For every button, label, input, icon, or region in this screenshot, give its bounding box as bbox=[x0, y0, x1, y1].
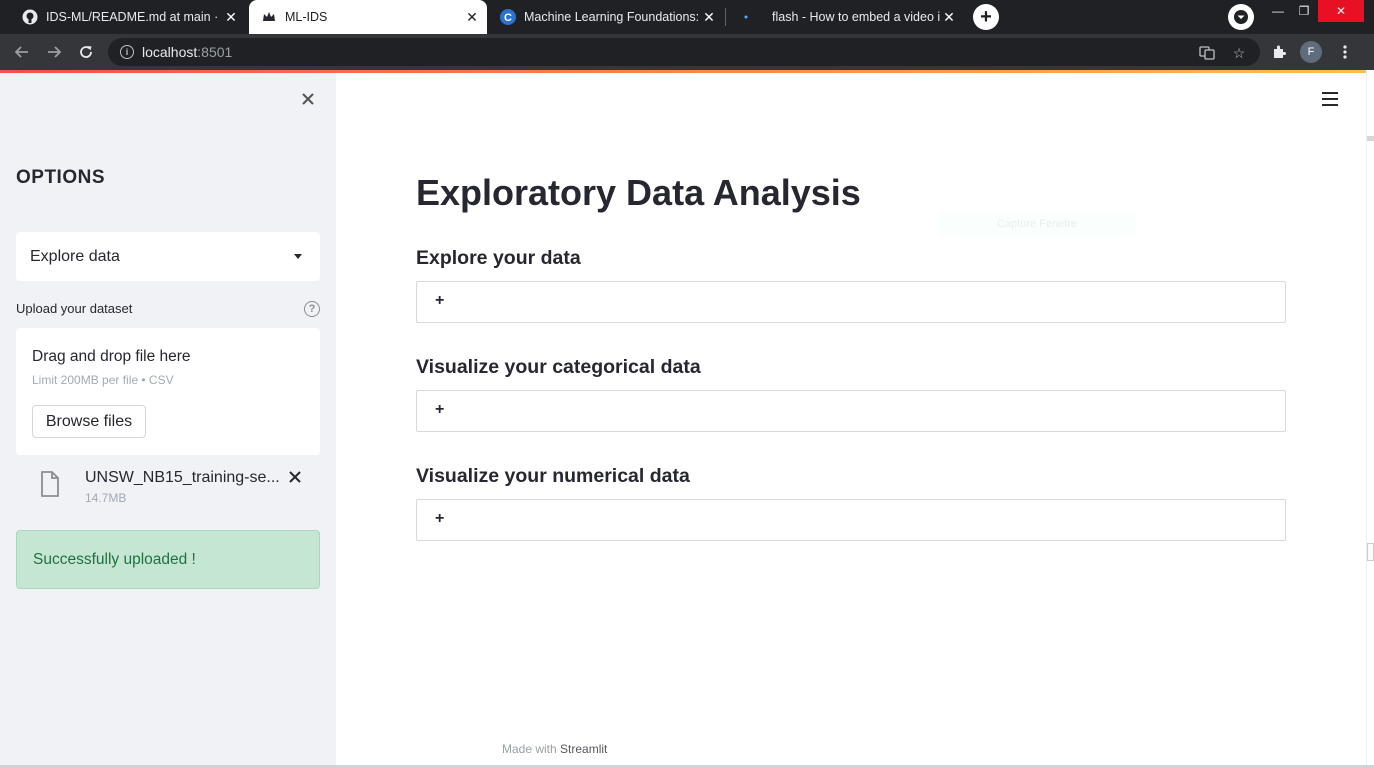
upload-label: Upload your dataset bbox=[16, 301, 133, 316]
section-heading-categorical: Visualize your categorical data bbox=[416, 356, 701, 378]
browse-files-button[interactable]: Browse files bbox=[32, 405, 146, 438]
select-value: Explore data bbox=[30, 247, 120, 265]
expand-plus-icon: + bbox=[435, 292, 445, 309]
back-button[interactable] bbox=[8, 38, 36, 66]
coursera-icon: C bbox=[500, 9, 516, 25]
expander-explore[interactable]: + bbox=[416, 281, 1286, 323]
page-title: Exploratory Data Analysis bbox=[416, 172, 861, 213]
tab-ml-ids[interactable]: ML-IDS ✕ bbox=[249, 0, 487, 34]
star-icon[interactable]: ☆ bbox=[1230, 44, 1248, 62]
stackoverflow-icon bbox=[738, 9, 754, 25]
avatar[interactable]: F bbox=[1300, 41, 1322, 63]
close-tab-icon[interactable]: ✕ bbox=[700, 8, 718, 26]
tab-stackoverflow[interactable]: flash - How to embed a video int ✕ bbox=[726, 0, 964, 34]
file-dropzone[interactable]: Drag and drop file here Limit 200MB per … bbox=[16, 328, 320, 455]
file-size: 14.7MB bbox=[85, 491, 127, 505]
svg-text:C: C bbox=[504, 12, 512, 24]
success-alert: Successfully uploaded ! bbox=[16, 530, 320, 589]
tab-title: ML-IDS bbox=[285, 10, 328, 24]
close-tab-icon[interactable]: ✕ bbox=[463, 8, 481, 26]
sidebar-title: OPTIONS bbox=[16, 167, 106, 188]
uploaded-file-item: UNSW_NB15_training-se... 14.7MB bbox=[16, 463, 320, 513]
more-menu-icon[interactable] bbox=[1334, 41, 1356, 63]
capture-overlay-label: Capture Fenetre bbox=[938, 211, 1136, 237]
page-edge bbox=[1366, 73, 1374, 768]
close-tab-icon[interactable]: ✕ bbox=[940, 8, 958, 26]
url-text: localhost:8501 bbox=[142, 44, 232, 60]
expand-plus-icon: + bbox=[435, 510, 445, 527]
dropzone-title: Drag and drop file here bbox=[32, 348, 191, 365]
remove-file-button[interactable] bbox=[286, 467, 304, 487]
section-heading-numerical: Visualize your numerical data bbox=[416, 465, 690, 487]
tab-title: flash - How to embed a video int bbox=[772, 10, 940, 24]
section-heading-explore: Explore your data bbox=[416, 247, 581, 269]
tab-coursera[interactable]: C Machine Learning Foundations: A ✕ bbox=[488, 0, 724, 34]
expander-categorical[interactable]: + bbox=[416, 390, 1286, 432]
extensions-icon[interactable] bbox=[1268, 41, 1290, 63]
expand-plus-icon: + bbox=[435, 401, 445, 418]
expander-numerical[interactable]: + bbox=[416, 499, 1286, 541]
footer: Made with Streamlit bbox=[502, 742, 607, 756]
tab-github-readme[interactable]: IDS-ML/README.md at main · Br ✕ bbox=[10, 0, 246, 34]
new-tab-button[interactable]: + bbox=[973, 4, 999, 30]
browser-tab-bar: IDS-ML/README.md at main · Br ✕ ML-IDS ✕… bbox=[0, 0, 1374, 34]
arrow-left-icon bbox=[14, 46, 28, 58]
close-icon bbox=[289, 471, 301, 483]
browser-toolbar: i localhost:8501 ☆ F bbox=[0, 34, 1374, 70]
reload-button[interactable] bbox=[72, 38, 100, 66]
scroll-marker bbox=[1367, 136, 1374, 141]
caret-down-icon bbox=[294, 254, 302, 259]
chevron-down-icon bbox=[1234, 10, 1248, 24]
close-window-button[interactable]: ✕ bbox=[1318, 0, 1364, 22]
tab-title: Machine Learning Foundations: A bbox=[524, 10, 700, 24]
tab-search-button[interactable] bbox=[1228, 4, 1254, 30]
url-port: :8501 bbox=[197, 44, 233, 60]
forward-button[interactable] bbox=[40, 38, 68, 66]
github-icon bbox=[22, 9, 38, 25]
file-name: UNSW_NB15_training-se... bbox=[85, 469, 280, 486]
streamlit-link[interactable]: Streamlit bbox=[560, 742, 607, 756]
dropzone-limit: Limit 200MB per file • CSV bbox=[32, 373, 174, 387]
arrow-right-icon bbox=[48, 46, 62, 58]
info-icon[interactable]: i bbox=[120, 45, 134, 59]
close-tab-icon[interactable]: ✕ bbox=[222, 8, 240, 26]
scroll-handle[interactable] bbox=[1367, 543, 1374, 561]
help-icon[interactable]: ? bbox=[304, 301, 320, 317]
tab-title: IDS-ML/README.md at main · Br bbox=[46, 10, 222, 24]
translate-icon[interactable] bbox=[1198, 44, 1216, 62]
streamlit-crown-icon bbox=[261, 9, 277, 25]
options-select[interactable]: Explore data bbox=[16, 232, 320, 281]
file-icon bbox=[41, 471, 59, 497]
footer-text: Made with bbox=[502, 742, 561, 756]
sidebar: OPTIONS Explore data Upload your dataset… bbox=[0, 73, 336, 768]
address-bar[interactable]: i localhost:8501 ☆ bbox=[108, 38, 1260, 66]
url-host: localhost bbox=[142, 44, 198, 60]
restore-window-button[interactable]: ❐ bbox=[1286, 0, 1322, 22]
close-icon bbox=[302, 93, 314, 105]
reload-icon bbox=[80, 46, 92, 58]
hamburger-menu-icon[interactable] bbox=[1322, 92, 1338, 106]
close-sidebar-button[interactable] bbox=[298, 89, 318, 109]
